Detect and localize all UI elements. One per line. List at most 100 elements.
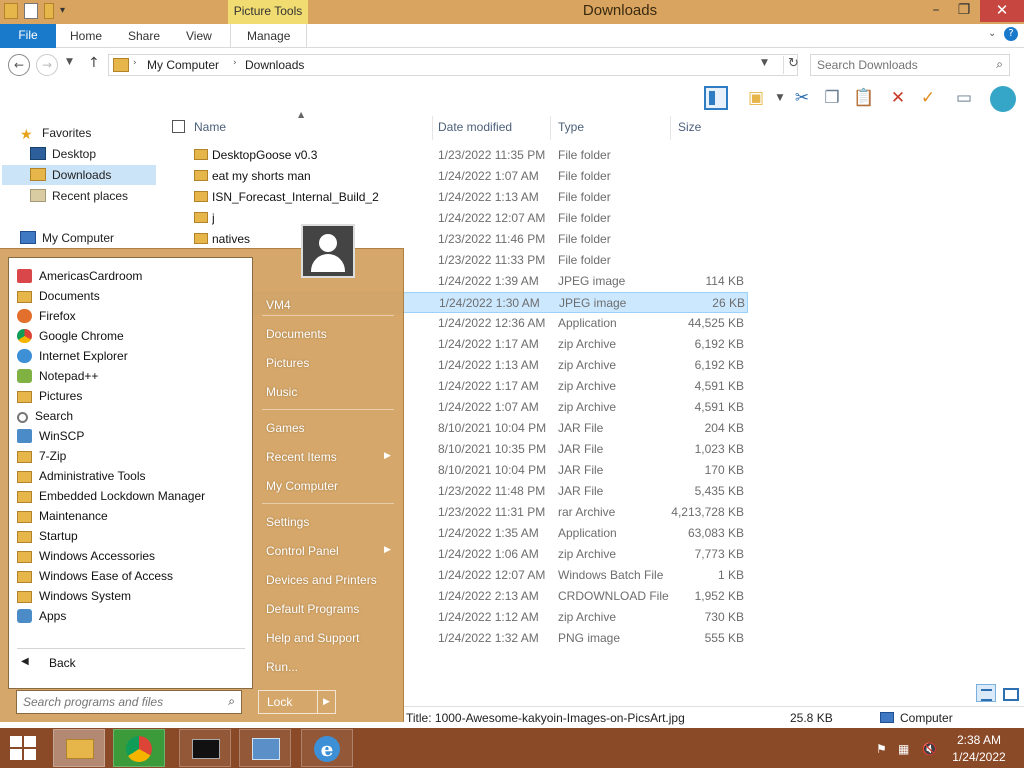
close-button[interactable]: ✕	[980, 0, 1024, 22]
dropdown-icon[interactable]: ▼	[768, 86, 792, 110]
lock-button[interactable]: Lock ▶	[258, 690, 336, 714]
program-item[interactable]: WinSCP	[17, 426, 84, 446]
program-item[interactable]: Maintenance	[17, 506, 108, 526]
start-place-item[interactable]: Games	[266, 418, 305, 438]
taskbar-command-prompt[interactable]	[179, 729, 231, 767]
start-search-box[interactable]: ⌕	[16, 690, 242, 714]
program-item[interactable]: Windows Ease of Access	[17, 566, 173, 586]
column-header-type[interactable]: Type	[558, 120, 584, 134]
action-center-flag-icon[interactable]: ⚑	[876, 742, 887, 756]
large-icons-view-button[interactable]	[1000, 684, 1019, 702]
network-icon[interactable]: ▦	[898, 742, 909, 756]
program-item[interactable]: AmericasCardroom	[17, 266, 142, 286]
start-search-input[interactable]	[23, 695, 213, 709]
nav-favorites[interactable]: ★ Favorites	[20, 123, 91, 143]
refresh-icon[interactable]: ↻	[783, 56, 799, 74]
copy-icon[interactable]: ❐	[820, 86, 844, 110]
file-row[interactable]: eat my shorts man 1/24/2022 1:07 AM File f…	[188, 166, 748, 187]
start-place-item[interactable]: Help and Support	[266, 628, 359, 648]
search-icon[interactable]: ⌕	[228, 694, 235, 709]
rename-icon[interactable]: ▭	[952, 86, 976, 110]
volume-muted-icon[interactable]: 🔇	[922, 742, 937, 756]
clock-time[interactable]: 2:38 AM	[940, 733, 1018, 747]
column-header-date[interactable]: Date modified	[438, 120, 512, 134]
back-button[interactable]: ←	[8, 54, 30, 76]
column-header-name[interactable]: Name	[194, 120, 226, 134]
nav-recent-places[interactable]: Recent places	[30, 186, 128, 206]
program-item[interactable]: Google Chrome	[17, 326, 124, 346]
tab-home[interactable]: Home	[70, 24, 102, 48]
file-row[interactable]: natives 1/23/2022 11:46 PM File folder	[188, 229, 748, 250]
program-item[interactable]: Apps	[17, 606, 66, 626]
program-item[interactable]: Documents	[17, 286, 100, 306]
back-button[interactable]: Back	[49, 656, 76, 670]
taskbar-chrome[interactable]	[113, 729, 165, 767]
program-item[interactable]: Windows System	[17, 586, 131, 606]
taskbar-file-explorer[interactable]	[53, 729, 105, 767]
clock-date[interactable]: 1/24/2022	[940, 750, 1018, 764]
submenu-arrow-icon[interactable]: ▶	[384, 545, 391, 555]
properties-icon[interactable]	[4, 3, 18, 19]
globe-icon[interactable]	[990, 86, 1016, 112]
program-item[interactable]: Startup	[17, 526, 78, 546]
taskbar-internet-explorer[interactable]: e	[301, 729, 353, 767]
address-bar[interactable]: › My Computer › Downloads ▼ ↻	[108, 54, 799, 76]
start-place-item[interactable]: Settings	[266, 512, 309, 532]
breadcrumb-my-computer[interactable]: My Computer	[147, 58, 219, 72]
breadcrumb-separator-icon[interactable]: ›	[133, 58, 137, 68]
breadcrumb-separator-icon[interactable]: ›	[233, 58, 237, 68]
back-arrow-icon[interactable]: ◀	[21, 656, 29, 667]
recent-locations-button[interactable]: ▼	[66, 57, 73, 67]
column-header-size[interactable]: Size	[678, 120, 701, 134]
search-icon[interactable]: ⌕	[996, 57, 1003, 72]
start-place-item[interactable]: My Computer	[266, 476, 338, 496]
program-item[interactable]: Internet Explorer	[17, 346, 128, 366]
start-place-item[interactable]: Run...	[266, 657, 298, 677]
column-divider[interactable]	[670, 116, 671, 140]
program-item[interactable]: 7-Zip	[17, 446, 66, 466]
program-item[interactable]: Windows Accessories	[17, 546, 155, 566]
details-view-button[interactable]	[976, 684, 996, 702]
address-history-dropdown-icon[interactable]: ▼	[761, 58, 768, 68]
program-item[interactable]: Embedded Lockdown Manager	[17, 486, 205, 506]
user-avatar[interactable]	[301, 224, 355, 278]
program-item[interactable]: Pictures	[17, 386, 82, 406]
submenu-arrow-icon[interactable]: ▶	[384, 451, 391, 461]
start-place-item[interactable]: Pictures	[266, 353, 309, 373]
cut-icon[interactable]: ✂	[790, 86, 814, 110]
customize-toolbar-icon[interactable]: ▾	[60, 3, 70, 19]
forward-button[interactable]: →	[36, 54, 58, 76]
file-row[interactable]: DesktopGoose v0.3 1/23/2022 11:35 PM File …	[188, 145, 748, 166]
program-item[interactable]: Firefox	[17, 306, 76, 326]
delete-icon[interactable]: ✕	[886, 86, 910, 110]
start-place-item[interactable]: Devices and Printers	[266, 570, 377, 590]
tab-manage[interactable]: Manage	[230, 24, 308, 48]
nav-downloads[interactable]: Downloads	[2, 165, 156, 185]
taskbar-control-panel[interactable]	[239, 729, 291, 767]
column-divider[interactable]	[432, 116, 433, 140]
program-item[interactable]: Administrative Tools	[17, 466, 146, 486]
start-button[interactable]	[10, 736, 38, 762]
column-divider[interactable]	[550, 116, 551, 140]
file-row[interactable]: j 1/24/2022 12:07 AM File folder	[188, 208, 748, 229]
search-box[interactable]: ⌕	[810, 54, 1010, 76]
new-document-icon[interactable]	[24, 3, 38, 19]
preview-pane-icon[interactable]	[704, 86, 728, 110]
start-place-item[interactable]: Recent Items	[266, 447, 337, 467]
start-place-item[interactable]: Music	[266, 382, 297, 402]
start-place-item[interactable]: Documents	[266, 324, 327, 344]
paste-icon[interactable]: 📋	[852, 86, 876, 110]
minimize-button[interactable]: –	[922, 0, 950, 22]
tab-view[interactable]: View	[186, 24, 212, 48]
start-place-item[interactable]: VM4	[266, 295, 291, 315]
program-item[interactable]: Search	[17, 406, 73, 426]
tab-file[interactable]: File	[0, 24, 56, 48]
select-all-checkbox[interactable]	[172, 120, 185, 133]
tab-share[interactable]: Share	[128, 24, 160, 48]
search-input[interactable]	[817, 58, 987, 72]
restore-button[interactable]: ❐	[950, 0, 978, 22]
new-folder-icon[interactable]	[44, 3, 54, 19]
nav-desktop[interactable]: Desktop	[30, 144, 96, 164]
nav-my-computer[interactable]: My Computer	[20, 228, 114, 248]
file-row[interactable]: ISN_Forecast_Internal_Build_2 1/24/2022 1…	[188, 187, 748, 208]
